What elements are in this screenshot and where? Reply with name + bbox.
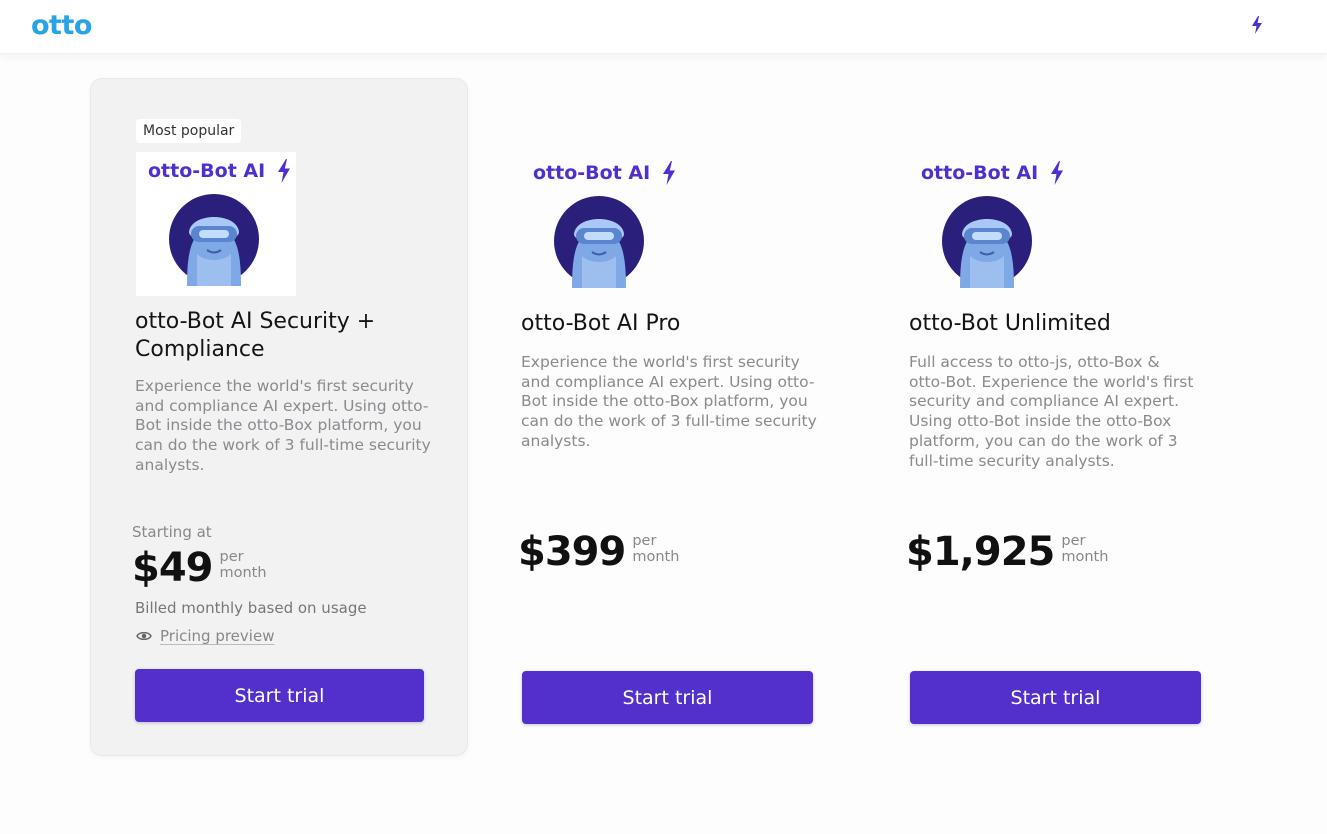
top-navigation-bar: otto [0, 0, 1327, 54]
price: $399 [518, 529, 626, 575]
bolt-icon [278, 159, 290, 183]
brand-title: otto-Bot AI [533, 162, 651, 184]
price: $49 [132, 545, 213, 591]
price-row: $49 per month [132, 543, 267, 593]
plan-title: otto-Bot Unlimited [909, 311, 1111, 336]
eye-icon [136, 631, 152, 641]
start-trial-button[interactable]: Start trial [910, 671, 1201, 724]
plan-description: Experience the world's first security an… [521, 353, 817, 450]
bolt-icon[interactable] [1250, 16, 1264, 34]
period-label: month [1061, 549, 1109, 565]
period-label: month [219, 565, 267, 581]
per-label: per [219, 549, 244, 565]
brand-title: otto-Bot AI [921, 162, 1039, 184]
plan-card-security-compliance: Most popular otto-Bot AI otto-Bot AI Sec… [90, 78, 468, 756]
price: $1,925 [906, 529, 1055, 575]
most-popular-badge: Most popular [136, 119, 242, 143]
product-image: otto-Bot AI [136, 152, 296, 296]
plan-description: Experience the world's first security an… [135, 377, 431, 474]
robot-avatar-icon [942, 196, 1032, 288]
robot-avatar-icon [169, 194, 259, 286]
product-image: otto-Bot AI [909, 154, 1069, 298]
price-period: per month [632, 533, 679, 565]
plan-title: otto-Bot AI Pro [521, 311, 681, 336]
otto-logo[interactable]: otto [31, 11, 92, 41]
robot-avatar-icon [554, 196, 644, 288]
product-image: otto-Bot AI [521, 154, 681, 298]
bolt-icon [663, 161, 675, 185]
pricing-preview-link[interactable]: Pricing preview [136, 627, 274, 645]
plan-card-unlimited: otto-Bot AI otto-Bot Unlimited Full acce… [868, 78, 1246, 756]
start-trial-button[interactable]: Start trial [135, 669, 424, 722]
plan-card-pro: otto-Bot AI otto-Bot AI Pro Experience t… [480, 78, 858, 756]
period-label: month [632, 549, 680, 565]
price-row: $1,925 per month [906, 527, 1108, 577]
price-period: per month [1061, 533, 1108, 565]
per-label: per [632, 533, 657, 549]
starting-at-label: Starting at [132, 523, 212, 541]
start-trial-button[interactable]: Start trial [522, 671, 813, 724]
price-row: $399 per month [518, 527, 679, 577]
billing-note: Billed monthly based on usage [135, 599, 367, 617]
per-label: per [1061, 533, 1086, 549]
bolt-icon [1051, 161, 1063, 185]
plan-description: Full access to otto-js, otto-Box & otto-… [909, 353, 1194, 470]
price-period: per month [220, 549, 267, 581]
plan-title: otto-Bot AI Security + Compliance [135, 309, 376, 362]
brand-title: otto-Bot AI [148, 160, 266, 182]
pricing-preview-label[interactable]: Pricing preview [160, 627, 274, 645]
